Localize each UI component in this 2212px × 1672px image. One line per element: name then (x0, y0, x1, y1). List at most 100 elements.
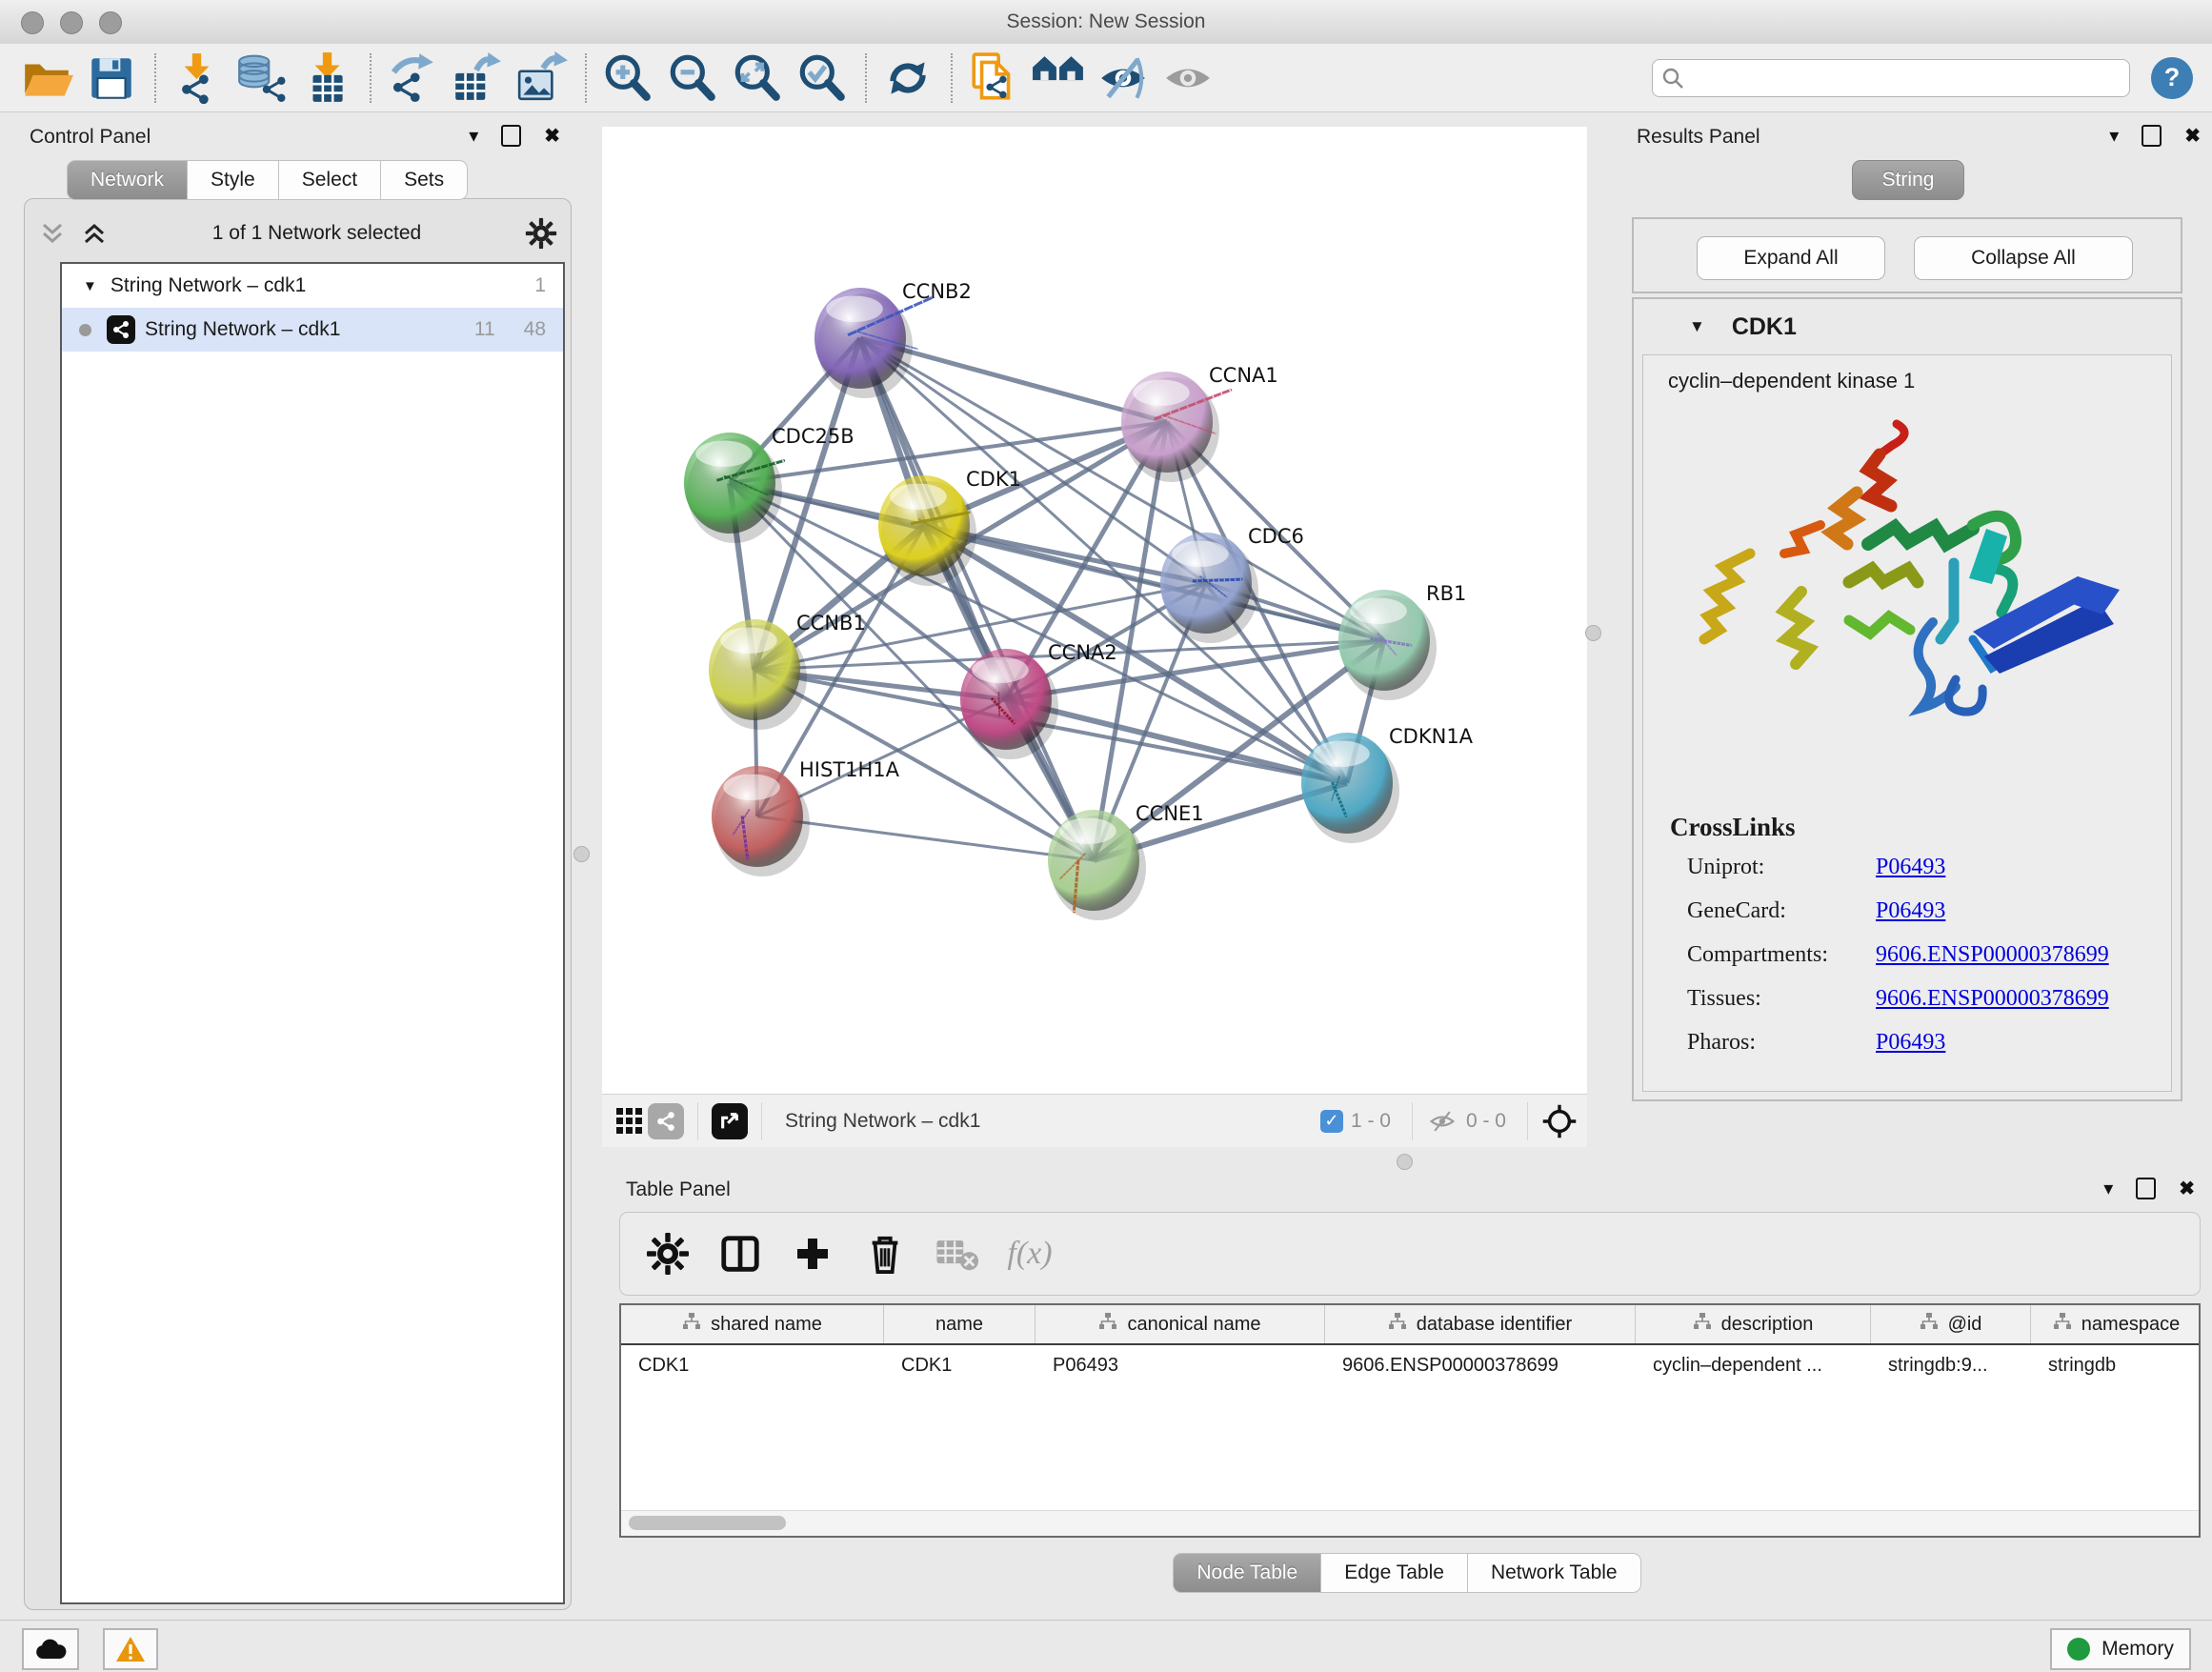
results-tab-string[interactable]: String (1852, 160, 1964, 200)
tab-network-table[interactable]: Network Table (1468, 1553, 1641, 1593)
help-button[interactable]: ? (2151, 57, 2193, 99)
show-neighbors-icon[interactable] (1031, 50, 1086, 106)
close-window-button[interactable] (21, 11, 44, 34)
column-header-database-identifier[interactable]: database identifier (1325, 1305, 1636, 1343)
table-cell[interactable]: stringdb:9... (1871, 1355, 2031, 1377)
column-header-shared-name[interactable]: shared name (621, 1305, 884, 1343)
tab-select[interactable]: Select (279, 160, 381, 200)
delete-column-icon[interactable] (860, 1229, 910, 1279)
table-panel-close-icon[interactable]: ✖ (2179, 1177, 2195, 1200)
table-cell[interactable]: CDK1 (884, 1355, 1036, 1377)
zoom-fit-content-icon[interactable] (730, 50, 785, 106)
column-header-name[interactable]: name (884, 1305, 1036, 1343)
table-panel-float-icon[interactable] (2136, 1178, 2156, 1199)
right-splitter-handle[interactable] (1585, 625, 1601, 641)
collapse-all-networks-icon[interactable] (38, 221, 67, 246)
network-options-gear-icon[interactable] (525, 217, 557, 250)
control-panel-menu-icon[interactable]: ▾ (469, 124, 478, 148)
hide-selected-icon[interactable] (1096, 50, 1151, 106)
collapse-all-button[interactable]: Collapse All (1914, 236, 2133, 280)
network-node-CCNB2[interactable]: CCNB2 (814, 280, 972, 398)
tab-sets[interactable]: Sets (381, 160, 468, 200)
column-header-canonical-name[interactable]: canonical name (1036, 1305, 1325, 1343)
tab-edge-table[interactable]: Edge Table (1321, 1553, 1468, 1593)
table-options-gear-icon[interactable] (643, 1229, 693, 1279)
tab-style[interactable]: Style (188, 160, 279, 200)
network-edges[interactable] (730, 338, 1384, 860)
table-horizontal-scrollbar[interactable] (621, 1510, 2199, 1536)
apply-preferred-layout-icon[interactable] (880, 50, 935, 106)
detach-view-icon[interactable] (712, 1103, 748, 1139)
import-network-from-database-icon[interactable] (234, 50, 290, 106)
import-table-from-file-icon[interactable] (299, 50, 354, 106)
table-row[interactable]: CDK1CDK1P064939606.ENSP00000378699cyclin… (621, 1345, 2199, 1385)
table-cell[interactable]: CDK1 (621, 1355, 884, 1377)
export-image-icon[interactable] (514, 50, 570, 106)
grid-view-icon[interactable] (612, 1103, 648, 1139)
create-column-icon[interactable] (788, 1229, 837, 1279)
network-row-selected[interactable]: String Network – cdk1 11 48 (62, 308, 563, 352)
network-node-CCNA2[interactable]: CCNA2 (960, 641, 1117, 759)
network-manager: 1 of 1 Network selected ▼ String Network… (24, 198, 572, 1610)
toolbar-separator (370, 53, 372, 103)
collection-expand-icon[interactable]: ▼ (62, 278, 111, 294)
zoom-in-icon[interactable] (600, 50, 655, 106)
network-node-CDK1[interactable]: CDK1 (878, 468, 1021, 586)
birds-eye-view-icon[interactable] (1541, 1103, 1578, 1139)
protein-description: cyclin–dependent kinase 1 (1668, 369, 1915, 393)
save-session-icon[interactable] (84, 50, 139, 106)
new-network-from-selection-icon[interactable] (966, 50, 1021, 106)
bottom-splitter-handle[interactable] (1397, 1154, 1413, 1170)
network-node-CDC6[interactable]: CDC6 (1160, 525, 1304, 643)
table-cell[interactable]: P06493 (1036, 1355, 1325, 1377)
tab-node-table[interactable]: Node Table (1173, 1553, 1321, 1593)
table-panel: Table Panel ▾ ✖ f(x (602, 1174, 2212, 1610)
network-node-CDKN1A[interactable]: CDKN1A (1301, 725, 1474, 843)
table-panel-menu-icon[interactable]: ▾ (2103, 1177, 2113, 1200)
column-header-@id[interactable]: @id (1871, 1305, 2031, 1343)
minimize-window-button[interactable] (60, 11, 83, 34)
export-table-icon[interactable] (450, 50, 505, 106)
control-panel-close-icon[interactable]: ✖ (544, 124, 560, 148)
protein-collapse-icon[interactable]: ▼ (1634, 317, 1732, 336)
table-cell[interactable]: stringdb (2031, 1355, 2201, 1377)
control-panel-float-icon[interactable] (501, 125, 521, 147)
crosslink-link[interactable]: 9606.ENSP00000378699 (1876, 986, 2109, 1011)
network-node-CCNE1[interactable]: CCNE1 (1048, 802, 1204, 920)
network-node-CCNA1[interactable]: CCNA1 (1121, 364, 1278, 482)
open-session-icon[interactable] (19, 50, 74, 106)
crosslink-link[interactable]: 9606.ENSP00000378699 (1876, 942, 2109, 967)
column-header-description[interactable]: description (1636, 1305, 1871, 1343)
network-node-HIST1H1A[interactable]: HIST1H1A (712, 758, 900, 876)
table-cell[interactable]: cyclin–dependent ... (1636, 1355, 1871, 1377)
warning-status-button[interactable] (103, 1628, 158, 1670)
network-node-RB1[interactable]: RB1 (1338, 582, 1466, 700)
results-panel-menu-icon[interactable]: ▾ (2109, 124, 2119, 148)
node-table: shared namenamecanonical namedatabase id… (619, 1303, 2201, 1538)
export-network-icon[interactable] (385, 50, 440, 106)
network-canvas[interactable]: CCNB2 CCNA1 CDC25B CDK1 (602, 127, 1587, 1094)
selected-items-checkbox[interactable]: ✓ (1320, 1110, 1343, 1133)
memory-button[interactable]: Memory (2050, 1628, 2191, 1670)
crosslink-link[interactable]: P06493 (1876, 898, 1945, 923)
crosslink-link[interactable]: P06493 (1876, 1030, 1945, 1055)
table-cell[interactable]: 9606.ENSP00000378699 (1325, 1355, 1636, 1377)
expand-all-button[interactable]: Expand All (1697, 236, 1885, 280)
crosslink-link[interactable]: P06493 (1876, 855, 1945, 879)
maximize-window-button[interactable] (99, 11, 122, 34)
expand-all-networks-icon[interactable] (80, 221, 109, 246)
column-header-namespace[interactable]: namespace (2031, 1305, 2201, 1343)
zoom-out-icon[interactable] (665, 50, 720, 106)
scrollbar-thumb[interactable] (629, 1516, 786, 1530)
results-panel-close-icon[interactable]: ✖ (2184, 124, 2201, 148)
crosslink-row: Uniprot:P06493 (1687, 855, 1945, 880)
network-collection-row[interactable]: ▼ String Network – cdk1 1 (62, 264, 563, 308)
import-network-from-file-icon[interactable] (170, 50, 225, 106)
show-columns-icon[interactable] (715, 1229, 765, 1279)
zoom-fit-selected-icon[interactable] (794, 50, 850, 106)
results-panel-float-icon[interactable] (2142, 125, 2162, 147)
cloud-status-button[interactable] (22, 1628, 79, 1670)
search-input[interactable] (1652, 59, 2130, 97)
tab-network[interactable]: Network (67, 160, 188, 200)
left-splitter-handle[interactable] (573, 846, 590, 862)
